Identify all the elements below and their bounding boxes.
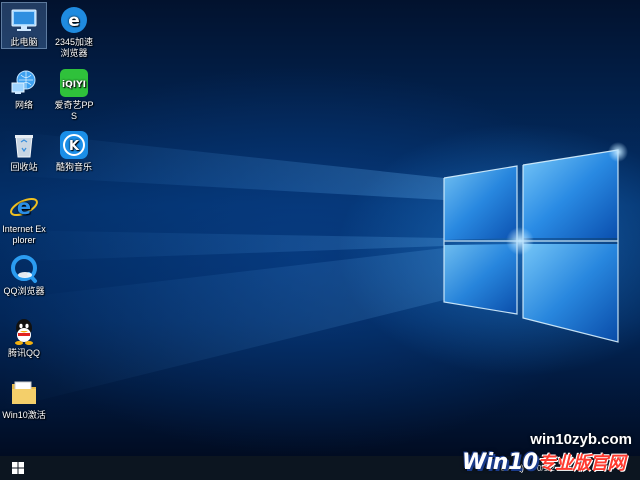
icon-label: 回收站 (10, 162, 38, 172)
icon-label: Win10激活 (2, 410, 46, 420)
this-pc-icon (11, 9, 37, 31)
desktop-icon-win10-activate[interactable]: Win10激活 (2, 376, 46, 421)
desktop-icon-2345-browser[interactable]: e 2345加速浏览器 (52, 3, 96, 59)
desktop-icon-tencent-qq[interactable]: 腾讯QQ (2, 314, 46, 359)
svg-text:iQIYI: iQIYI (62, 80, 86, 90)
desktop-icon-kugou-music[interactable]: K 酷狗音乐 (52, 128, 96, 173)
icon-label: 2345加速浏览器 (54, 37, 94, 58)
icon-label: 爱奇艺PPS (54, 100, 94, 121)
desktop[interactable]: 此电脑 e 2345加速浏览器 网络 iQIYI 爱奇艺PPS 回收站 K 酷狗… (0, 0, 640, 456)
tencent-qq-icon (15, 319, 33, 345)
desktop-icon-network[interactable]: 网络 (2, 66, 46, 111)
icon-label: QQ浏览器 (3, 286, 45, 296)
iqiyi-icon: iQIYI (60, 69, 88, 97)
folder-icon (12, 381, 36, 404)
svg-text:e: e (68, 11, 80, 31)
2345-browser-icon: e (61, 7, 87, 33)
wallpaper (0, 130, 628, 410)
svg-text:e: e (17, 195, 31, 219)
desktop-icon-qq-browser[interactable]: QQ浏览器 (2, 252, 46, 297)
desktop-icon-internet-explorer[interactable]: e Internet Explorer (2, 190, 46, 246)
desktop-icon-iqiyi[interactable]: iQIYI 爱奇艺PPS (52, 66, 96, 122)
icon-label: 酷狗音乐 (55, 162, 92, 172)
qq-browser-icon (11, 255, 37, 283)
kugou-music-icon: K (60, 131, 88, 159)
desktop-icon-this-pc[interactable]: 此电脑 (1, 2, 47, 49)
icon-label: Internet Explorer (2, 224, 46, 245)
brand-win-text: Win10 (462, 450, 538, 475)
brand-cn-text: 专业版官网 (537, 453, 626, 474)
brand-overlay: Win10专业版官网 (462, 449, 626, 475)
icon-label: 此电脑 (10, 37, 38, 47)
svg-text:K: K (69, 139, 80, 154)
start-button[interactable] (0, 456, 36, 480)
icon-label: 腾讯QQ (7, 348, 40, 358)
desktop-icon-recycle-bin[interactable]: 回收站 (2, 128, 46, 173)
watermark-text: win10zyb.com (530, 431, 632, 448)
recycle-bin-icon (15, 135, 33, 158)
network-icon (11, 70, 36, 94)
internet-explorer-icon: e (10, 195, 38, 219)
icon-label: 网络 (14, 100, 33, 110)
windows-logo-icon (12, 462, 24, 474)
